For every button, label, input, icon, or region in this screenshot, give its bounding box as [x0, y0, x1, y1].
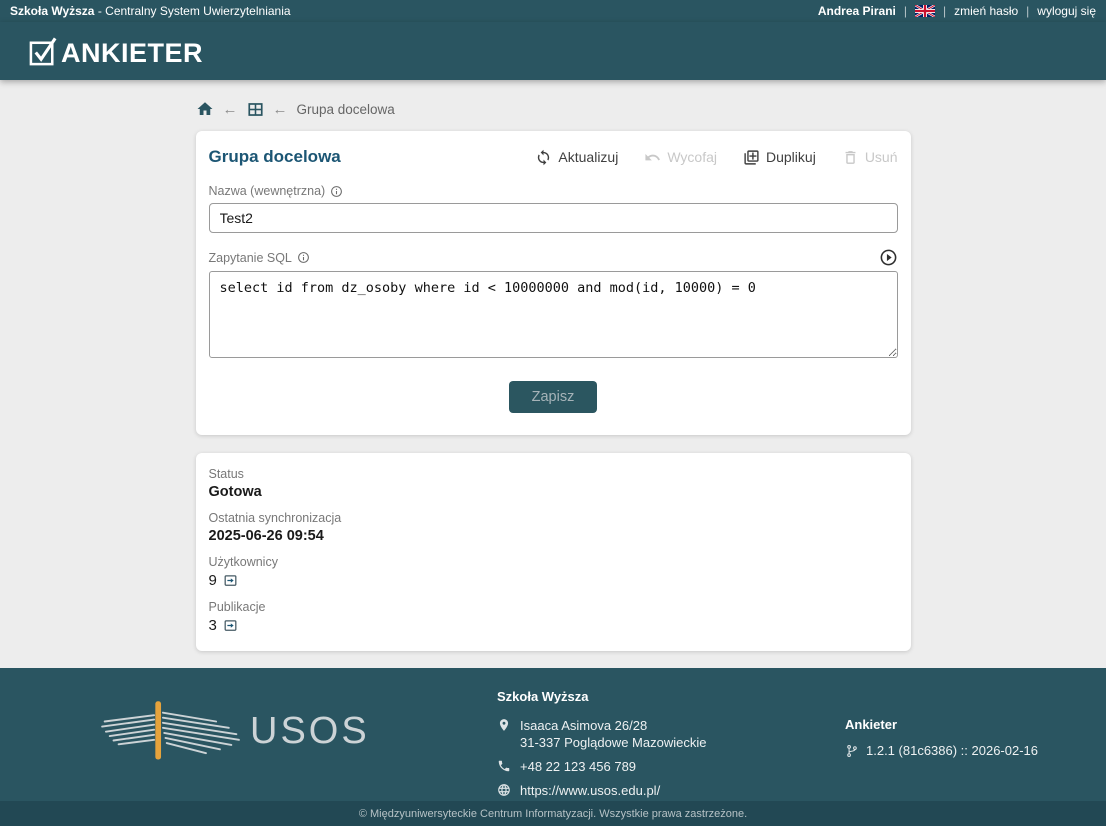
duplicate-icon: [743, 149, 760, 166]
footer-org-info: Szkoła Wyższa Isaaca Asimova 26/28 31-33…: [497, 689, 706, 806]
checkbox-check-icon: [28, 35, 61, 68]
name-label-text: Nazwa (wewnętrzna): [209, 184, 326, 198]
save-button[interactable]: Zapisz: [509, 381, 598, 413]
publications-label: Publikacje: [209, 600, 898, 614]
phone-icon: [497, 759, 511, 773]
status-row: Status Gotowa: [209, 467, 898, 500]
logo-text: ANKIETER: [61, 38, 203, 68]
footer: USOS Szkoła Wyższa Isaaca Asimova 26/28 …: [0, 668, 1106, 801]
usos-text: USOS: [250, 710, 370, 753]
app-name: Ankieter: [845, 717, 1038, 732]
user-name: Andrea Pirani: [818, 4, 896, 18]
users-count: 9: [209, 572, 217, 589]
arrow-left-icon: ←: [223, 101, 238, 118]
address-line1: Isaaca Asimova 26/28: [520, 717, 706, 734]
details-card: Status Gotowa Ostatnia synchronizacja 20…: [196, 453, 911, 651]
usos-graduation-icon: [92, 676, 244, 786]
play-circle-icon: [879, 248, 898, 267]
run-query-button[interactable]: [879, 248, 898, 267]
card-actions: Aktualizuj Wycofaj Duplikuj Usuń: [535, 149, 897, 166]
separator: |: [943, 4, 946, 18]
sql-field-label: Zapytanie SQL: [209, 251, 310, 265]
name-field-label: Nazwa (wewnętrzna): [209, 184, 898, 198]
location-pin-icon: [497, 718, 511, 732]
website-row: https://www.usos.edu.pl/: [497, 782, 706, 799]
users-link[interactable]: 9: [209, 572, 898, 589]
site-suffix: - Centralny System Uwierzytelniania: [94, 4, 290, 18]
usos-logo[interactable]: USOS: [92, 676, 370, 786]
logout-link[interactable]: wyloguj się: [1037, 4, 1096, 18]
status-value: Gotowa: [209, 484, 898, 500]
phone-row: +48 22 123 456 789: [497, 758, 706, 775]
undo-icon: [644, 149, 661, 166]
publications-link[interactable]: 3: [209, 617, 898, 634]
address-row: Isaaca Asimova 26/28 31-337 Poglądowe Ma…: [497, 717, 706, 751]
revert-button-label: Wycofaj: [667, 149, 717, 165]
sync-value: 2025-06-26 09:54: [209, 528, 898, 544]
sync-row: Ostatnia synchronizacja 2025-06-26 09:54: [209, 511, 898, 544]
sync-icon: [535, 149, 552, 166]
duplicate-button-label: Duplikuj: [766, 149, 816, 165]
sql-label-text: Zapytanie SQL: [209, 251, 292, 265]
sql-textarea[interactable]: select id from dz_osoby where id < 10000…: [209, 271, 898, 358]
org-name: Szkoła Wyższa: [497, 689, 706, 704]
version-text: 1.2.1 (81c6386) :: 2026-02-16: [866, 743, 1038, 758]
app-header: ANKIETER: [0, 22, 1106, 80]
update-button[interactable]: Aktualizuj: [535, 149, 618, 166]
breadcrumb: ← ← Grupa docelowa: [196, 80, 911, 118]
publications-row: Publikacje 3: [209, 600, 898, 634]
trash-icon: [842, 149, 859, 166]
version-row: 1.2.1 (81c6386) :: 2026-02-16: [845, 743, 1038, 758]
separator: |: [904, 4, 907, 18]
sync-label: Ostatnia synchronizacja: [209, 511, 898, 525]
open-in-icon: [223, 618, 238, 633]
breadcrumb-current: Grupa docelowa: [297, 102, 395, 117]
home-icon[interactable]: [196, 100, 214, 118]
page-title: Grupa docelowa: [209, 147, 341, 167]
info-icon: [297, 251, 310, 264]
footer-app-info: Ankieter 1.2.1 (81c6386) :: 2026-02-16: [845, 717, 1038, 758]
delete-button-label: Usuń: [865, 149, 898, 165]
website-url[interactable]: https://www.usos.edu.pl/: [520, 782, 660, 799]
ankieter-logo[interactable]: ANKIETER: [28, 35, 203, 68]
change-password-link[interactable]: zmień hasło: [954, 4, 1018, 18]
arrow-left-icon: ←: [273, 101, 288, 118]
topbar: Szkoła Wyższa - Centralny System Uwierzy…: [0, 0, 1106, 22]
git-branch-icon: [845, 744, 859, 758]
open-in-icon: [223, 573, 238, 588]
surveys-grid-icon[interactable]: [247, 101, 264, 118]
info-icon: [330, 185, 343, 198]
site-name: Szkoła Wyższa: [10, 4, 94, 18]
separator: |: [1026, 4, 1029, 18]
phone-number: +48 22 123 456 789: [520, 758, 636, 775]
uk-flag-icon[interactable]: [915, 5, 935, 17]
page-body: ← ← Grupa docelowa Grupa docelowa Aktual…: [0, 80, 1106, 668]
users-row: Użytkownicy 9: [209, 555, 898, 589]
users-label: Użytkownicy: [209, 555, 898, 569]
delete-button[interactable]: Usuń: [842, 149, 898, 166]
update-button-label: Aktualizuj: [558, 149, 618, 165]
status-label: Status: [209, 467, 898, 481]
name-input[interactable]: [209, 203, 898, 233]
site-title: Szkoła Wyższa - Centralny System Uwierzy…: [10, 4, 291, 18]
copyright-text: © Międzyuniwersyteckie Centrum Informaty…: [359, 808, 747, 820]
globe-icon: [497, 783, 511, 797]
address-line2: 31-337 Poglądowe Mazowieckie: [520, 734, 706, 751]
target-group-card: Grupa docelowa Aktualizuj Wycofaj Duplik…: [196, 131, 911, 435]
publications-count: 3: [209, 617, 217, 634]
duplicate-button[interactable]: Duplikuj: [743, 149, 816, 166]
revert-button[interactable]: Wycofaj: [644, 149, 717, 166]
